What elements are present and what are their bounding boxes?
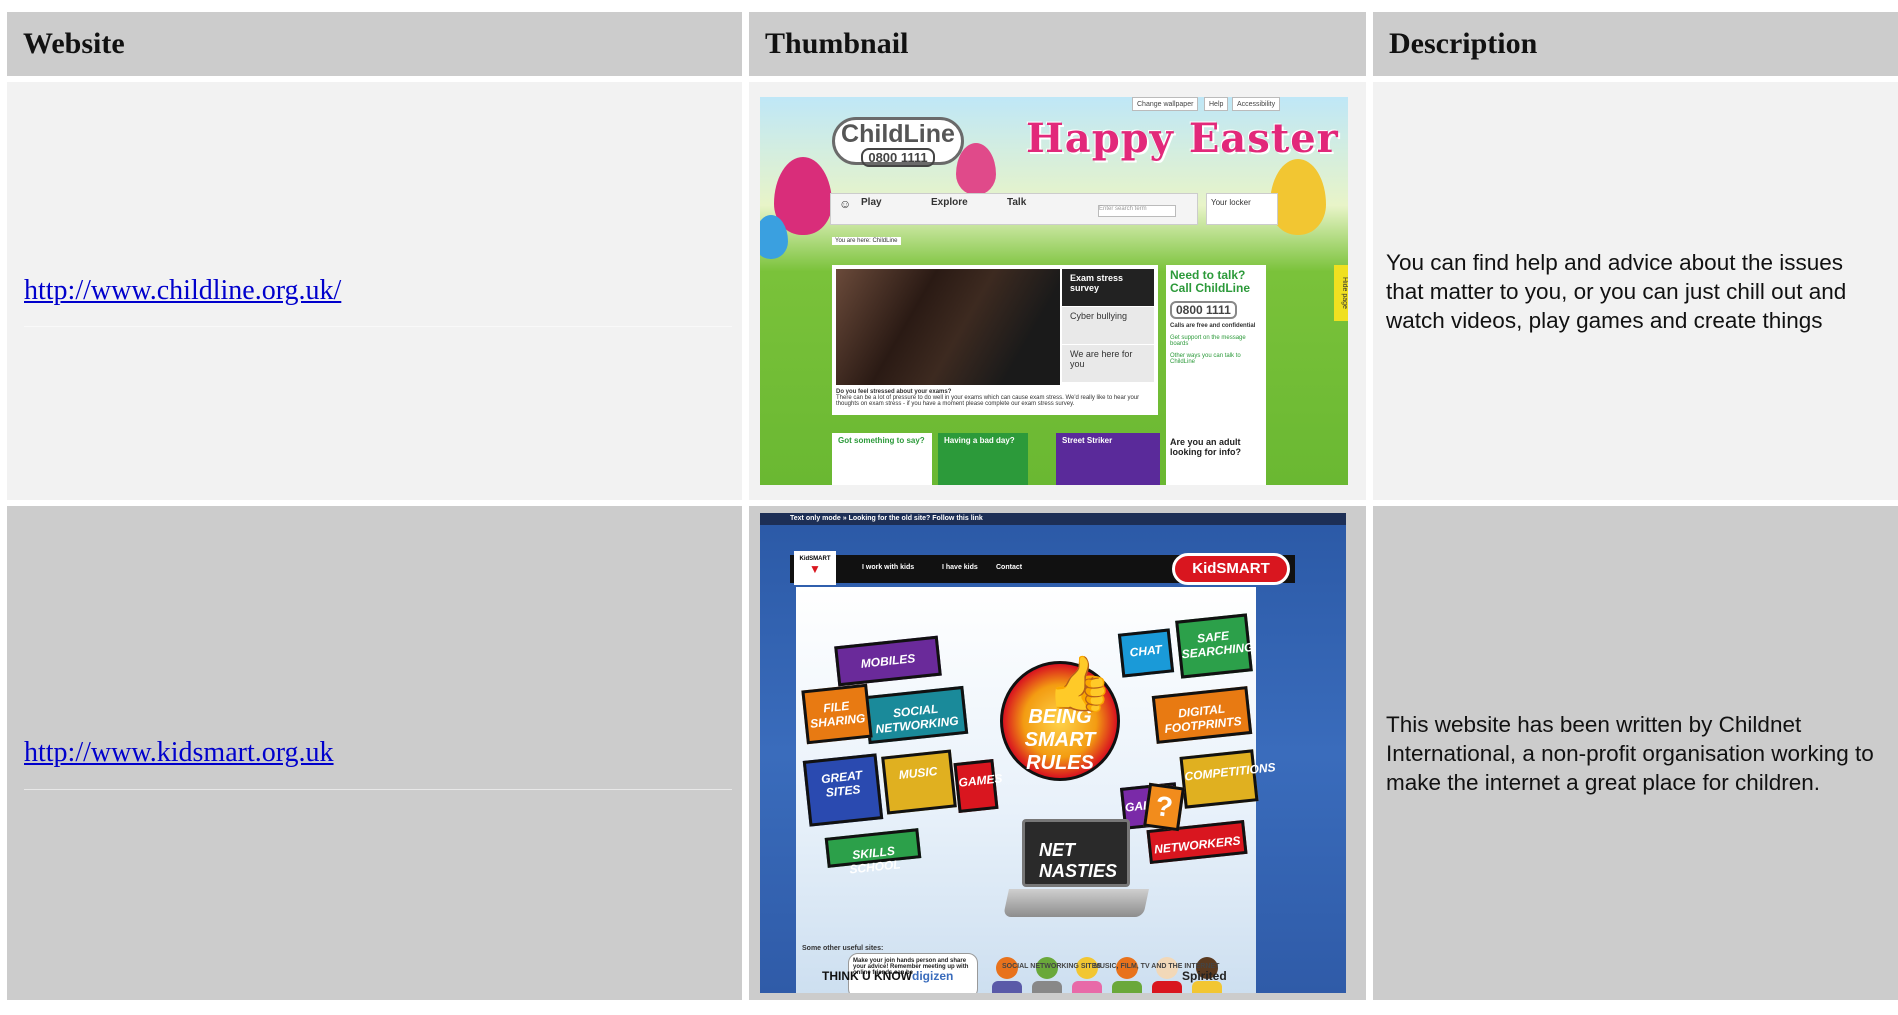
childline-logo: ChildLine 0800 1111 [832, 117, 964, 167]
tile: MOBILES [834, 635, 942, 687]
column-header-description: Description [1373, 12, 1898, 82]
website-link-kidsmart[interactable]: http://www.kidsmart.org.uk [24, 737, 334, 768]
tile: Having a bad day? [938, 433, 1028, 485]
table-header-row: Website Thumbnail Description [7, 12, 1898, 82]
partner-logos: THINK U KNOW digizen SOCIAL NETWORKING S… [822, 963, 1227, 983]
tile: COMPETITIONS [1179, 749, 1276, 809]
triangle-down-icon: ▼ [809, 562, 821, 576]
useful-sites-label: Some other useful sites: [802, 945, 884, 952]
tile: MUSIC [881, 749, 957, 815]
tile: Got something to say? [832, 433, 932, 485]
hide-page-tab: Hide page [1334, 265, 1348, 321]
website-cell: http://www.kidsmart.org.uk [7, 506, 749, 1006]
tile: GREAT SITES [802, 753, 884, 827]
tile: SAFE SEARCHING [1175, 613, 1254, 679]
tile: Street Striker [1056, 433, 1160, 485]
tile: GAMES [953, 759, 1003, 813]
locker-box: Your locker [1206, 193, 1278, 225]
top-bar: Text only mode » Looking for the old sit… [760, 513, 1346, 525]
tile: SOCIAL NETWORKING [863, 685, 969, 745]
tile: CHAT [1117, 628, 1175, 678]
childline-thumbnail[interactable]: Change wallpaper Help Accessibility Chil… [760, 97, 1348, 485]
tile: SKILLS SCHOOL [824, 828, 922, 877]
feature-panel: Exam stress survey Cyber bullying We are… [832, 265, 1158, 415]
question-mark-icon: ? [1143, 782, 1185, 832]
breadcrumb: You are here: ChildLine [832, 237, 901, 245]
column-header-thumbnail: Thumbnail [749, 12, 1373, 82]
easter-egg-decoration [1270, 159, 1326, 235]
smiley-icon: ☺ [839, 197, 852, 211]
feature-photo [836, 269, 1060, 385]
kidsmart-panel: MOBILES SOCIAL NETWORKING FILE SHARING C… [796, 587, 1276, 993]
divider [24, 326, 732, 327]
websites-table: Website Thumbnail Description http://www… [7, 12, 1898, 1006]
description-cell: You can find help and advice about the i… [1373, 82, 1898, 506]
feature-menu: Exam stress survey Cyber bullying We are… [1062, 269, 1154, 385]
call-panel: Need to talk? Call ChildLine 0800 1111 C… [1166, 265, 1266, 433]
laptop-graphic: NET NASTIES [1003, 819, 1149, 929]
table-row: http://www.kidsmart.org.uk Text only mod… [7, 506, 1898, 1006]
thumbnail-cell: Text only mode » Looking for the old sit… [749, 506, 1373, 1006]
adult-info-box: Are you an adult looking for info? [1166, 433, 1266, 485]
kidsmart-tab: KidSMART ▼ [794, 551, 836, 585]
help-button: Help [1204, 97, 1229, 111]
divider [24, 789, 732, 790]
thumbnail-cell: Change wallpaper Help Accessibility Chil… [749, 82, 1373, 506]
easter-banner: Happy Easter [1026, 115, 1339, 162]
column-header-website: Website [7, 12, 749, 82]
easter-egg-decoration [956, 143, 996, 195]
tile: DIGITAL FOOTPRINTS [1151, 686, 1253, 744]
kidsmart-thumbnail[interactable]: Text only mode » Looking for the old sit… [760, 513, 1346, 993]
feature-caption: Do you feel stressed about your exams? T… [836, 389, 1140, 407]
description-cell: This website has been written by Childne… [1373, 506, 1898, 1006]
kidsmart-logo: KidSMART [1172, 553, 1290, 585]
website-cell: http://www.childline.org.uk/ [7, 82, 749, 506]
wallpaper-button: Change wallpaper [1132, 97, 1199, 111]
accessibility-button: Accessibility [1232, 97, 1281, 111]
table-row: http://www.childline.org.uk/ Change wall… [7, 82, 1898, 506]
thumbs-up-icon: 👍 [1046, 654, 1114, 714]
search-field: Enter search term [1098, 205, 1176, 217]
website-link-childline[interactable]: http://www.childline.org.uk/ [24, 275, 341, 306]
tile: FILE SHARING [801, 683, 873, 745]
